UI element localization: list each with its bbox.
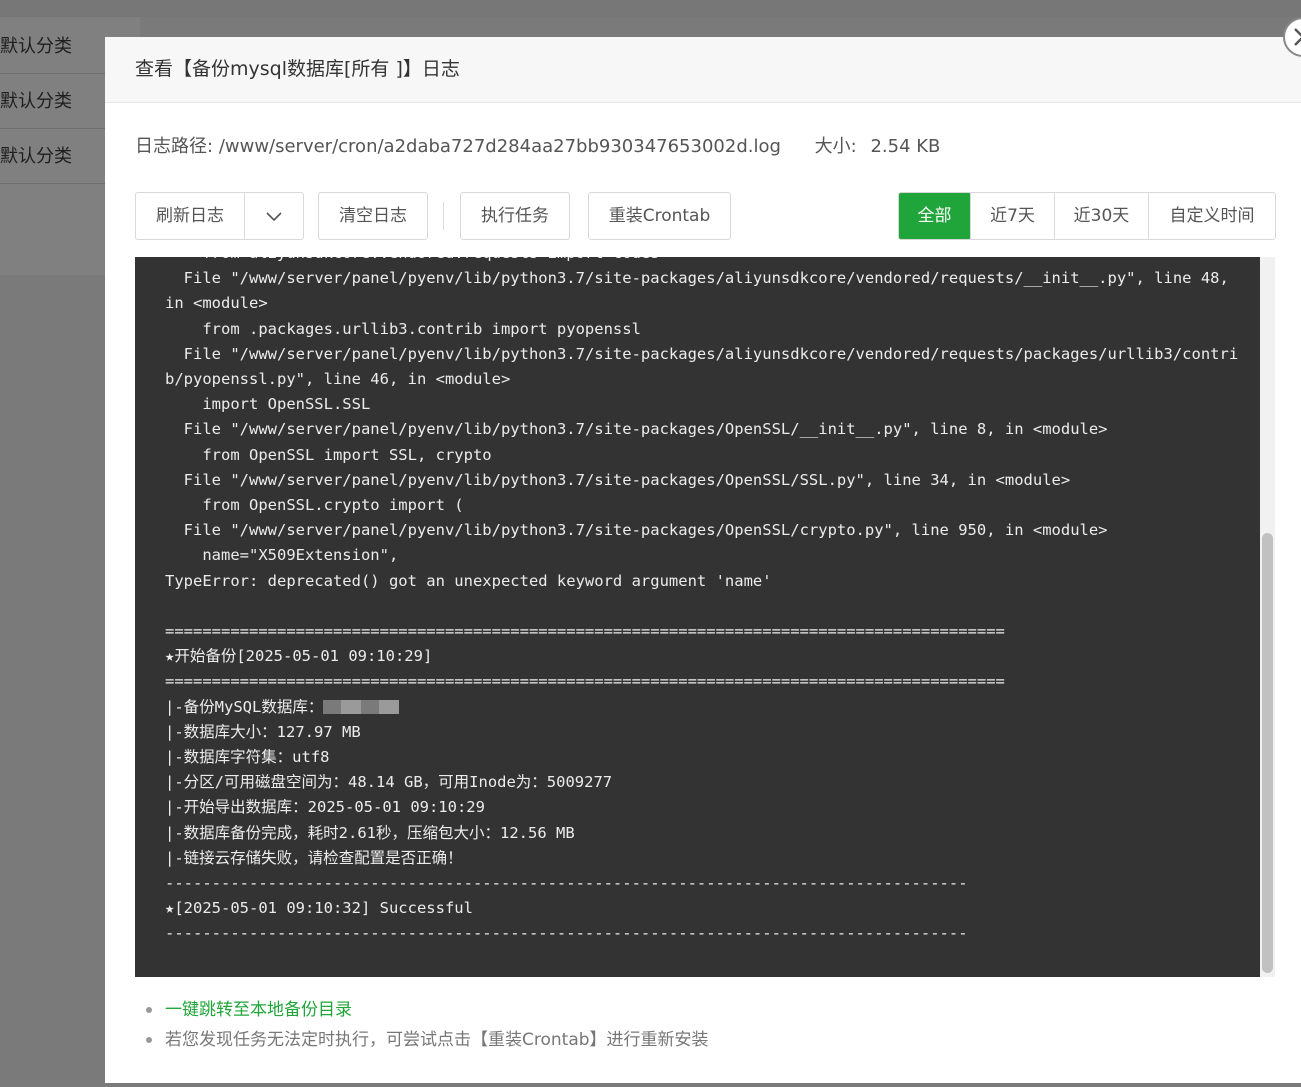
log-scrollbar-thumb[interactable]	[1262, 533, 1273, 973]
clear-log-button[interactable]: 清空日志	[318, 192, 428, 240]
modal-title: 查看【备份mysql数据库[所有 ]】日志	[135, 58, 460, 80]
log-line: ★[2025-05-01 09:10:32] Successful	[165, 899, 473, 918]
log-line: ========================================…	[165, 622, 1005, 641]
log-line: File "/www/server/panel/pyenv/lib/python…	[165, 344, 1239, 389]
reinstall-hint: 若您发现任务无法定时执行，可尝试点击【重装Crontab】进行重新安装	[165, 1030, 709, 1050]
log-path-row: 日志路径: /www/server/cron/a2daba727d284aa27…	[135, 134, 940, 160]
refresh-log-button[interactable]: 刷新日志	[136, 193, 245, 239]
close-icon	[1294, 28, 1301, 46]
log-line: name="X509Extension",	[165, 546, 399, 565]
log-line: |-数据库大小：127.97 MB	[165, 722, 361, 741]
log-text: from aliyunsdkcore.vendored.requests imp…	[165, 257, 1245, 947]
log-scrollbar[interactable]	[1260, 257, 1275, 977]
refresh-dropdown-toggle[interactable]	[245, 193, 303, 239]
list-item: 一键跳转至本地备份目录	[146, 995, 709, 1025]
jump-to-backup-dir-link[interactable]: 一键跳转至本地备份目录	[165, 1000, 352, 1020]
filter-custom-time[interactable]: 自定义时间	[1148, 193, 1275, 239]
toolbar-divider	[443, 202, 444, 230]
filter-7-days[interactable]: 近7天	[970, 193, 1054, 239]
log-line: File "/www/server/panel/pyenv/lib/python…	[165, 420, 1108, 439]
reinstall-crontab-button[interactable]: 重装Crontab	[588, 192, 731, 240]
background-topbar	[0, 0, 1301, 17]
log-toolbar: 刷新日志 清空日志 执行任务 重装Crontab 全部 近7天 近30天 自定义…	[135, 192, 1276, 240]
log-line: ========================================…	[165, 672, 1005, 691]
log-line: import OpenSSL.SSL	[165, 395, 371, 414]
log-line: ----------------------------------------…	[165, 874, 968, 893]
run-task-button[interactable]: 执行任务	[460, 192, 570, 240]
filter-30-days[interactable]: 近30天	[1054, 193, 1148, 239]
modal-header: 查看【备份mysql数据库[所有 ]】日志	[105, 37, 1301, 103]
log-line: |-数据库字符集：utf8	[165, 748, 330, 767]
log-line: ★开始备份[2025-05-01 09:10:29]	[165, 647, 433, 666]
log-line: File "/www/server/panel/pyenv/lib/python…	[165, 269, 1239, 313]
log-line: File "/www/server/panel/pyenv/lib/python…	[165, 470, 1071, 489]
log-size-value: 2.54 KB	[870, 136, 941, 157]
log-line: |-数据库备份完成，耗时2.61秒，压缩包大小：12.56 MB	[165, 823, 575, 842]
log-line: from OpenSSL.crypto import (	[165, 496, 464, 515]
log-line: from .packages.urllib3.contrib import py…	[165, 319, 641, 338]
date-filter-group: 全部 近7天 近30天 自定义时间	[898, 192, 1276, 240]
tips-list: 一键跳转至本地备份目录 若您发现任务无法定时执行，可尝试点击【重装Crontab…	[145, 995, 709, 1055]
redacted-database-name	[323, 700, 400, 715]
log-path-value: /www/server/cron/a2daba727d284aa27bb9303…	[218, 136, 781, 157]
log-line: |-分区/可用磁盘空间为：48.14 GB，可用Inode为：5009277	[165, 773, 613, 792]
log-line: from OpenSSL import SSL, crypto	[165, 445, 492, 464]
log-line: |-开始导出数据库：2025-05-01 09:10:29	[165, 798, 485, 817]
list-item: 若您发现任务无法定时执行，可尝试点击【重装Crontab】进行重新安装	[146, 1025, 709, 1055]
refresh-log-split-button: 刷新日志	[135, 192, 304, 240]
log-line: TypeError: deprecated() got an unexpecte…	[165, 571, 772, 590]
log-line: |-链接云存储失败，请检查配置是否正确！	[165, 848, 463, 867]
log-path-label: 日志路径:	[135, 136, 214, 157]
log-modal: 查看【备份mysql数据库[所有 ]】日志 日志路径: /www/server/…	[105, 37, 1301, 1083]
log-line: |-备份MySQL数据库：	[165, 695, 1245, 720]
log-size-label: 大小:	[814, 136, 857, 157]
log-line: ----------------------------------------…	[165, 924, 968, 943]
filter-all[interactable]: 全部	[899, 193, 970, 239]
log-line: File "/www/server/panel/pyenv/lib/python…	[165, 521, 1108, 540]
log-output[interactable]: from aliyunsdkcore.vendored.requests imp…	[135, 257, 1275, 977]
log-line: from aliyunsdkcore.vendored.requests imp…	[165, 257, 1245, 266]
chevron-down-icon	[266, 212, 282, 222]
